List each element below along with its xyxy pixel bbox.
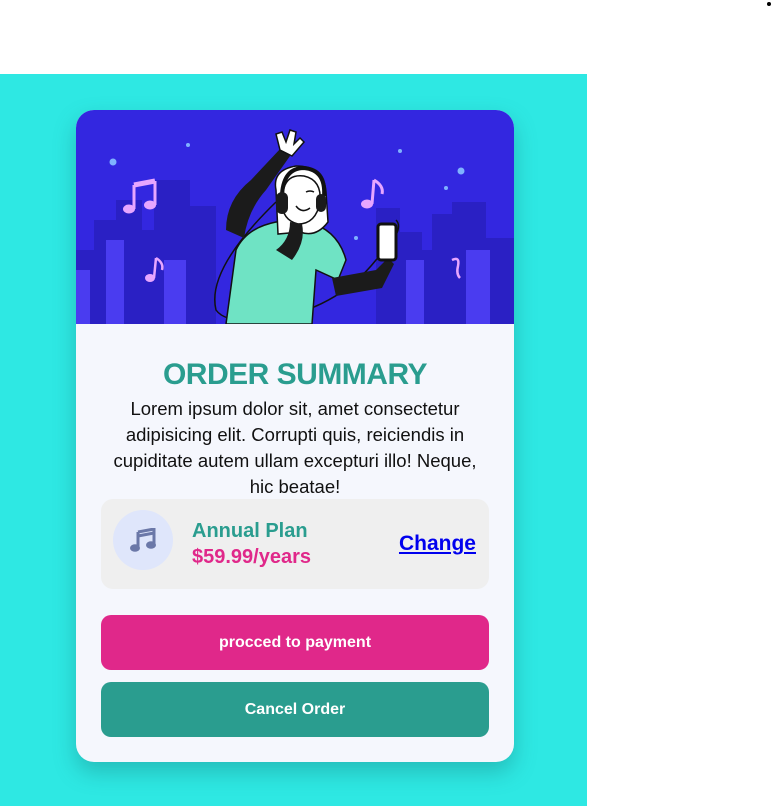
music-note-icon	[113, 510, 173, 570]
plan-name: Annual Plan	[192, 520, 308, 542]
plan-summary: Annual Plan $59.99/years Change	[101, 499, 489, 589]
page-title: ORDER SUMMARY	[162, 358, 428, 391]
hero-illustration	[76, 110, 514, 324]
order-description: Lorem ipsum dolor sit, amet consectetur …	[113, 398, 477, 497]
list-bullet-dot	[767, 2, 771, 6]
order-summary-card: ORDER SUMMARY Lorem ipsum dolor sit, ame…	[76, 110, 514, 762]
plan-price: $59.99/years	[192, 546, 312, 568]
change-plan-link[interactable]: Change	[399, 531, 476, 557]
proceed-to-payment-button[interactable]: procced to payment	[101, 615, 489, 670]
cancel-order-button[interactable]: Cancel Order	[101, 682, 489, 737]
